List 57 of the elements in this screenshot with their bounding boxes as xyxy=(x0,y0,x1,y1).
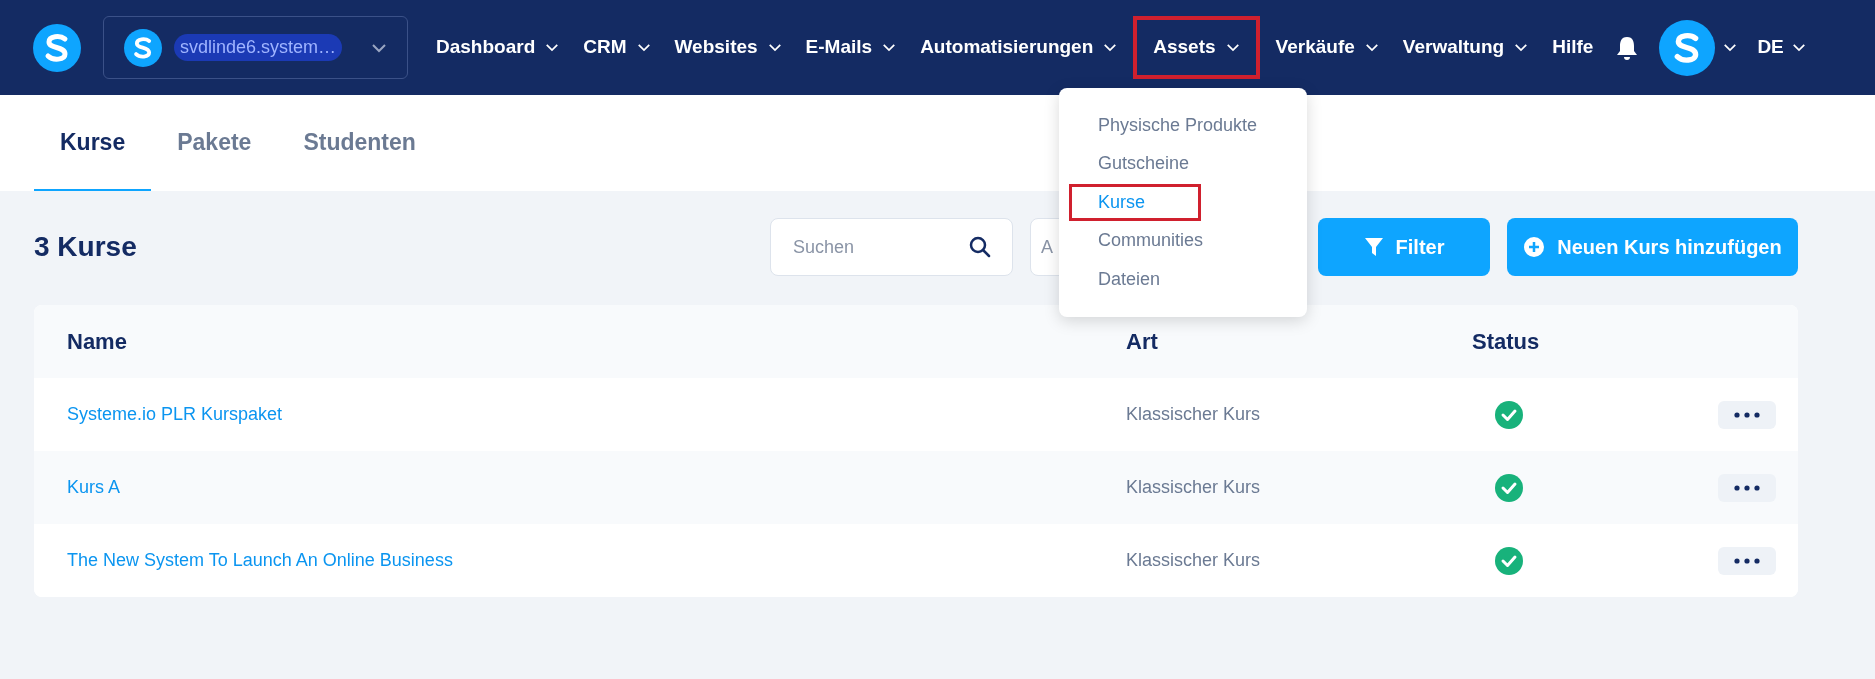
chevron-down-icon xyxy=(545,43,560,52)
dropdown-item[interactable]: Dateien xyxy=(1071,260,1188,298)
table-cell: Klassischer Kurs xyxy=(1126,404,1261,424)
add-course-button[interactable]: Neuen Kurs hinzufügen xyxy=(1507,218,1798,276)
nav-menu-item[interactable]: Dashboard xyxy=(428,16,568,79)
account-selector[interactable]: svdlinde6.system… xyxy=(103,16,408,79)
chevron-down-icon xyxy=(1225,43,1240,52)
nav-menu-item[interactable]: Verwaltung xyxy=(1394,16,1537,79)
nav-menu-item[interactable]: Automatisierungen xyxy=(912,16,1126,79)
chevron-down-icon xyxy=(636,43,651,52)
more-icon xyxy=(1734,411,1760,418)
chevron-down-icon xyxy=(767,43,782,52)
chevron-down-icon xyxy=(882,43,897,52)
table-cell: Klassischer Kurs xyxy=(1126,477,1261,497)
dropdown-item[interactable]: Physische Produkte xyxy=(1071,106,1285,144)
tab[interactable]: Studenten xyxy=(277,95,442,191)
nav-menu-item[interactable]: CRM xyxy=(575,16,659,79)
chevron-down-icon xyxy=(1103,43,1118,52)
more-icon xyxy=(1734,557,1760,564)
course-link[interactable]: Systeme.io PLR Kurspaket xyxy=(67,404,283,424)
dropdown-item[interactable]: Kurse xyxy=(1069,183,1201,221)
more-options-button[interactable] xyxy=(1718,546,1776,575)
nav-menu-item[interactable]: E-Mails xyxy=(797,16,905,79)
filter-button[interactable]: Filter xyxy=(1318,218,1490,276)
tab[interactable]: Pakete xyxy=(151,95,278,191)
dropdown-item[interactable]: Gutscheine xyxy=(1071,145,1217,183)
language-selector[interactable]: DE xyxy=(1757,33,1806,62)
page-title: 3 Kurse xyxy=(34,230,137,264)
plus-circle-icon xyxy=(1523,236,1546,258)
nav-menu-item[interactable]: Websites xyxy=(666,16,790,79)
column-header: Status xyxy=(1472,329,1540,354)
chevron-down-icon xyxy=(1723,43,1738,52)
chevron-down-icon xyxy=(371,42,387,53)
column-header: Name xyxy=(67,329,127,354)
nav-menu-item[interactable]: Hilfe xyxy=(1544,16,1602,79)
account-name: svdlinde6.system… xyxy=(174,34,343,61)
user-menu[interactable] xyxy=(1659,19,1738,76)
logo-icon[interactable] xyxy=(33,23,81,72)
tab[interactable]: Kurse xyxy=(34,95,152,191)
chevron-down-icon xyxy=(1514,43,1529,52)
filter-icon xyxy=(1363,236,1384,258)
chevron-down-icon xyxy=(1791,43,1806,52)
column-header: Art xyxy=(1126,329,1158,354)
search-field[interactable]: Suchen xyxy=(770,218,1013,276)
dropdown-item[interactable]: Communities xyxy=(1071,222,1231,260)
bell-icon[interactable] xyxy=(1615,34,1640,61)
course-link[interactable]: Kurs A xyxy=(67,477,121,497)
logo-icon xyxy=(124,28,162,67)
nav-menu-item[interactable]: Assets xyxy=(1133,16,1260,79)
more-options-button[interactable] xyxy=(1718,473,1776,502)
chevron-down-icon xyxy=(1364,43,1379,52)
more-options-button[interactable] xyxy=(1718,400,1776,429)
course-link[interactable]: The New System To Launch An Online Business xyxy=(67,550,453,570)
table-cell: Klassischer Kurs xyxy=(1126,550,1261,570)
search-icon xyxy=(969,236,991,258)
more-icon xyxy=(1734,484,1760,491)
nav-menu-item[interactable]: Verkäufe xyxy=(1267,16,1387,79)
